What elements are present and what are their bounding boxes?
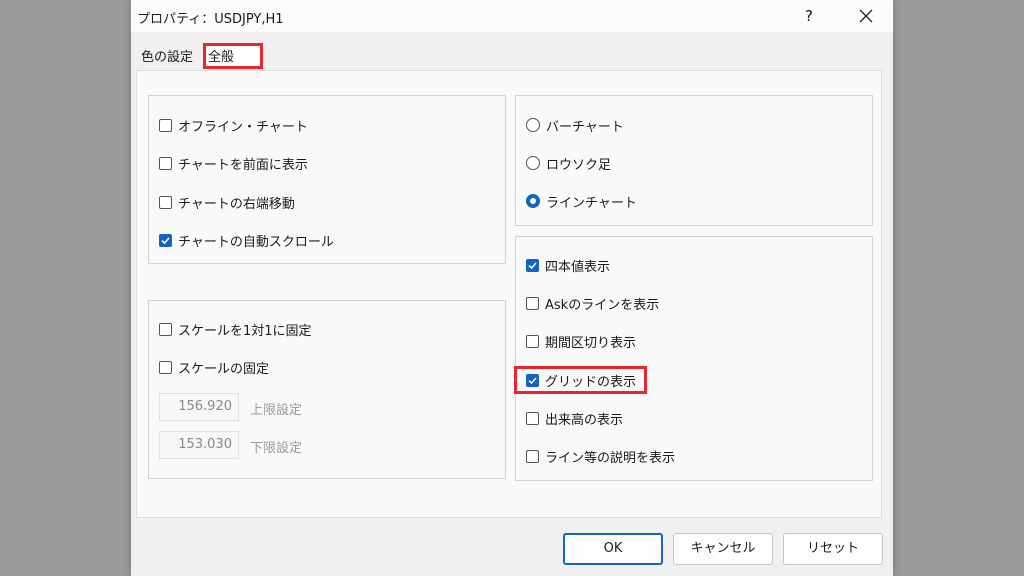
scale-fix-option[interactable]: スケールの固定 — [159, 357, 269, 377]
chart-shift-label: チャートの右端移動 — [178, 196, 295, 212]
checkmark-icon — [528, 261, 537, 269]
ok-button[interactable]: OK — [563, 533, 663, 565]
scale-options-group: スケールを1対1に固定 スケールの固定 156.920 上限設定 153.030… — [148, 300, 506, 479]
period-separator-label: 期間区切り表示 — [545, 335, 637, 351]
candlestick-label: ロウソク足 — [546, 157, 612, 173]
chart-type-group: バーチャート ロウソク足 ラインチャート — [515, 95, 873, 226]
close-button[interactable] — [851, 2, 881, 30]
bar-chart-option[interactable]: バーチャート — [526, 115, 624, 135]
scale-lower-label: 下限設定 — [250, 441, 303, 456]
candlestick-option[interactable]: ロウソク足 — [526, 153, 611, 173]
period-separator-option[interactable]: 期間区切り表示 — [526, 331, 636, 351]
object-description-option[interactable]: ライン等の説明を表示 — [526, 446, 675, 466]
volume-option[interactable]: 出来高の表示 — [526, 408, 623, 428]
scale-fix-1to1-checkbox[interactable] — [159, 322, 172, 336]
scale-upper-label: 上限設定 — [250, 403, 303, 418]
scale-fix-checkbox[interactable] — [159, 360, 172, 374]
scale-upper-field[interactable]: 156.920 — [159, 393, 239, 421]
display-options-group: 四本値表示 Askのラインを表示 期間区切り表示 グリッドの表示 出来高の表示 — [514, 236, 873, 481]
volume-label: 出来高の表示 — [545, 412, 624, 428]
chart-foreground-option[interactable]: チャートを前面に表示 — [159, 153, 308, 173]
ask-line-checkbox[interactable] — [526, 296, 539, 310]
object-description-label: ライン等の説明を表示 — [545, 450, 676, 466]
offline-chart-option[interactable]: オフライン・チャート — [159, 115, 308, 135]
bar-chart-label: バーチャート — [546, 119, 624, 135]
checkmark-icon — [528, 376, 537, 384]
chart-autoscroll-label: チャートの自動スクロール — [178, 234, 334, 250]
bar-chart-radio[interactable] — [526, 118, 540, 132]
title-bar: プロパティ：USDJPY,H1 ? — [131, 0, 893, 32]
chart-foreground-checkbox[interactable] — [159, 156, 172, 170]
reset-button[interactable]: リセット — [783, 533, 883, 565]
scale-fix-1to1-label: スケールを1対1に固定 — [178, 323, 312, 339]
window-title: プロパティ：USDJPY,H1 — [137, 12, 284, 27]
ask-line-label: Askのラインを表示 — [545, 297, 660, 313]
volume-checkbox[interactable] — [526, 411, 539, 425]
line-chart-option[interactable]: ラインチャート — [526, 191, 637, 211]
chart-options-group: オフライン・チャート チャートを前面に表示 チャートの右端移動 チャートの自動ス… — [148, 95, 506, 264]
checkmark-icon — [161, 236, 170, 244]
chart-shift-checkbox[interactable] — [159, 195, 172, 209]
period-separator-checkbox[interactable] — [526, 334, 539, 348]
ohlc-checkbox[interactable] — [526, 258, 539, 272]
scale-fix-1to1-option[interactable]: スケールを1対1に固定 — [159, 319, 312, 339]
chart-shift-option[interactable]: チャートの右端移動 — [159, 192, 295, 212]
chart-autoscroll-checkbox[interactable] — [159, 233, 172, 247]
tab-color-settings[interactable]: 色の設定 — [139, 46, 195, 70]
line-chart-label: ラインチャート — [546, 195, 637, 211]
offline-chart-label: オフライン・チャート — [178, 119, 308, 135]
chart-autoscroll-option[interactable]: チャートの自動スクロール — [159, 230, 334, 250]
close-icon — [859, 9, 873, 23]
tab-panel-general: オフライン・チャート チャートを前面に表示 チャートの右端移動 チャートの自動ス… — [136, 70, 882, 518]
cancel-button[interactable]: キャンセル — [673, 533, 773, 565]
line-chart-radio[interactable] — [526, 194, 540, 208]
grid-checkbox[interactable] — [526, 373, 539, 387]
tab-general[interactable]: 全般 — [203, 43, 263, 69]
object-description-checkbox[interactable] — [526, 449, 539, 463]
ask-line-option[interactable]: Askのラインを表示 — [526, 293, 659, 313]
help-button[interactable]: ? — [795, 2, 823, 30]
candlestick-radio[interactable] — [526, 156, 540, 170]
properties-dialog: プロパティ：USDJPY,H1 ? 色の設定 全般 オフライン・チャート チャー… — [131, 0, 893, 576]
grid-label: グリッドの表示 — [545, 374, 637, 390]
grid-option[interactable]: グリッドの表示 — [514, 366, 647, 394]
ohlc-label: 四本値表示 — [545, 259, 611, 275]
ohlc-option[interactable]: 四本値表示 — [526, 255, 610, 275]
offline-chart-checkbox[interactable] — [159, 118, 172, 132]
scale-lower-field[interactable]: 153.030 — [159, 431, 239, 459]
chart-foreground-label: チャートを前面に表示 — [178, 157, 308, 173]
scale-fix-label: スケールの固定 — [178, 361, 270, 377]
